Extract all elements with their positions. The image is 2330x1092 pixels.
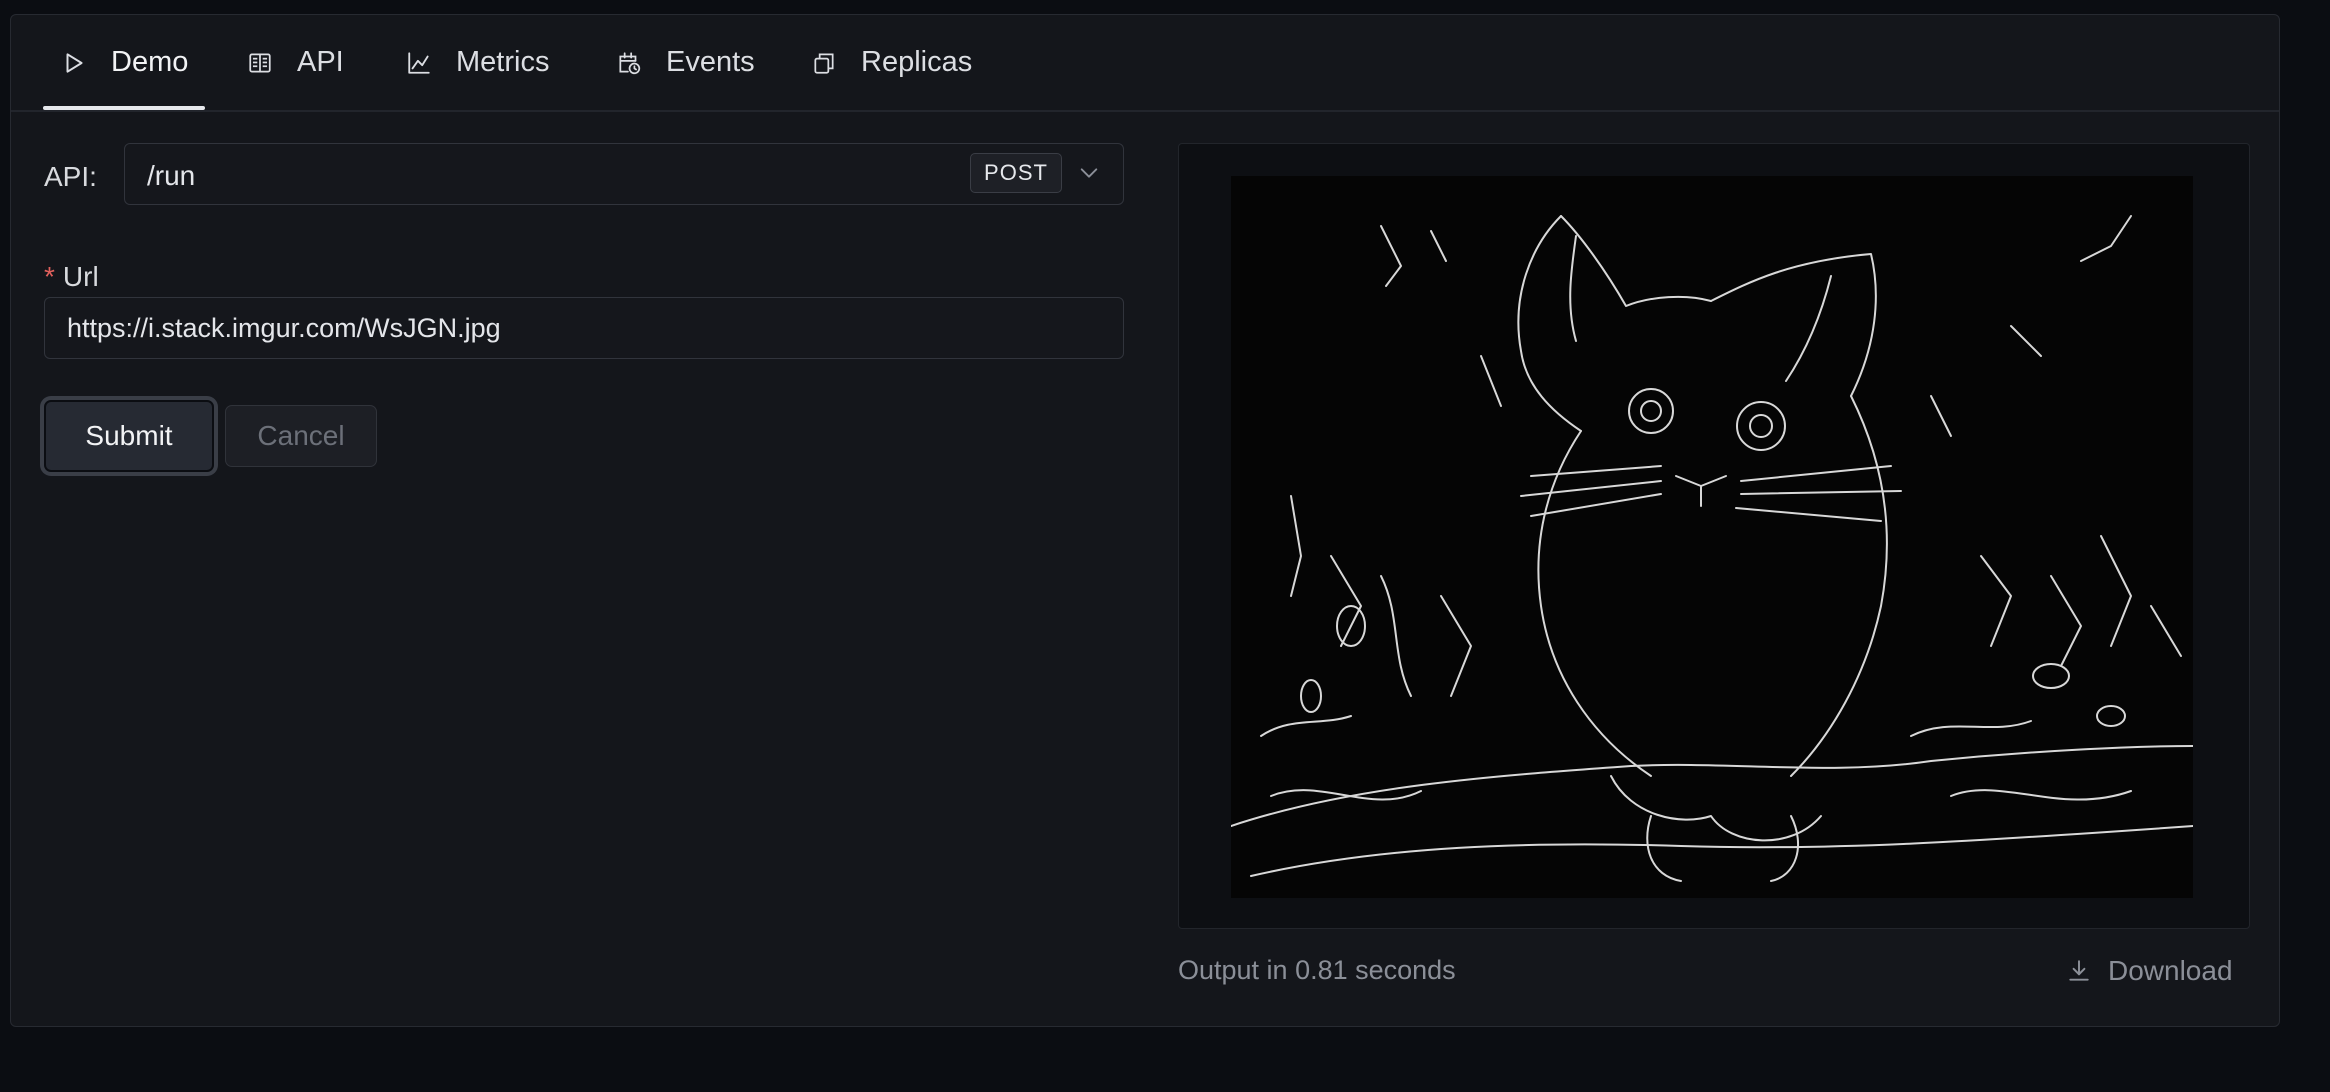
chevron-down-icon[interactable]	[1078, 162, 1100, 184]
output-image	[1231, 176, 2193, 898]
active-tab-indicator	[43, 106, 205, 110]
method-badge: POST	[970, 153, 1062, 193]
tab-label: Events	[666, 46, 755, 78]
tab-label: Replicas	[861, 46, 973, 78]
download-icon	[2069, 960, 2089, 981]
url-label-text: Url	[62, 261, 99, 292]
output-frame	[1178, 143, 2250, 929]
url-input[interactable]	[44, 297, 1124, 359]
edge-detection-image	[1231, 215, 2193, 882]
api-label: API:	[44, 161, 97, 192]
tab-label: API	[297, 46, 344, 78]
cancel-button[interactable]: Cancel	[225, 405, 377, 467]
tab-demo[interactable]: Demo	[61, 15, 188, 110]
api-doc-icon	[249, 52, 271, 73]
app-panel: Demo API Metrics Events Replicas API: /r…	[10, 14, 2280, 1027]
download-button[interactable]: Download	[2066, 955, 2233, 987]
tab-api[interactable]: API	[247, 15, 344, 110]
play-icon	[66, 52, 83, 73]
api-path: /run	[147, 160, 196, 191]
api-selector[interactable]: /run POST	[124, 143, 1124, 205]
tab-bar: Demo API Metrics Events Replicas	[11, 15, 2279, 112]
required-marker: *	[44, 261, 55, 292]
tab-metrics[interactable]: Metrics	[406, 15, 549, 110]
url-field-label: * Url	[44, 261, 99, 293]
submit-button[interactable]: Submit	[44, 400, 214, 472]
tab-replicas[interactable]: Replicas	[811, 15, 972, 110]
calendar-clock-icon	[619, 51, 641, 74]
tab-label: Metrics	[456, 46, 550, 78]
copy-icon	[814, 52, 834, 74]
output-time: Output in 0.81 seconds	[1178, 955, 1456, 985]
tab-events[interactable]: Events	[616, 15, 755, 110]
download-label: Download	[2108, 955, 2233, 986]
line-chart-icon	[408, 51, 430, 74]
tab-label: Demo	[111, 46, 189, 78]
